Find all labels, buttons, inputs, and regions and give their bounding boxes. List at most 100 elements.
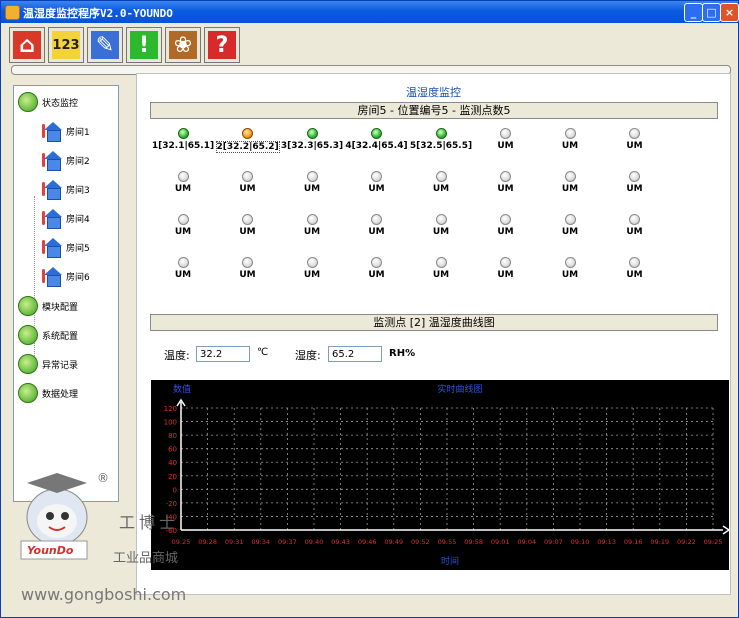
sensor-point[interactable]: UM: [216, 214, 280, 237]
house-icon: [42, 180, 62, 200]
y-tick-label: 100: [164, 419, 177, 427]
sensor-label: UM: [561, 227, 579, 237]
sensor-point[interactable]: UM: [603, 257, 667, 280]
sensor-label: 5[32.5|65.5]: [409, 141, 473, 151]
sensor-label: UM: [497, 227, 514, 237]
sensor-point[interactable]: UM: [474, 214, 538, 237]
sensor-point[interactable]: UM: [280, 214, 344, 237]
sensor-point[interactable]: 5[32.5|65.5]: [409, 128, 473, 151]
sensor-point[interactable]: UM: [603, 214, 667, 237]
status-led-icon: [564, 128, 576, 139]
sensor-point[interactable]: UM: [151, 214, 215, 237]
help-icon: ?: [208, 31, 236, 59]
tree-item-room-6[interactable]: 房间6: [42, 267, 90, 287]
y-tick-label: 40: [168, 459, 177, 467]
sensor-point[interactable]: UM: [409, 171, 473, 194]
sensor-point[interactable]: UM: [216, 171, 280, 194]
watermark-url: www.gongboshi.com: [21, 585, 187, 604]
sensor-point[interactable]: 4[32.4|65.4]: [345, 128, 409, 151]
sensor-label: UM: [626, 141, 643, 151]
tree-item-room-2[interactable]: 房间2: [42, 151, 90, 171]
maximize-button[interactable]: □: [702, 3, 721, 22]
sensor-point[interactable]: UM: [538, 257, 602, 280]
tree-item-room-4[interactable]: 房间4: [42, 209, 90, 229]
temperature-unit: ℃: [257, 347, 269, 358]
status-led-icon: [371, 171, 382, 182]
paw-toolbar-button[interactable]: ❀: [165, 27, 201, 63]
tree-item-menu-3[interactable]: 异常记录: [18, 354, 78, 374]
main-panel: 温湿度监控 房间5 - 位置编号5 - 监测点数5 1[32.1|65.1] 2[…: [136, 73, 731, 595]
sensor-point[interactable]: UM: [280, 257, 344, 280]
x-axis-title: 时间: [441, 555, 459, 567]
status-led-icon: [177, 128, 189, 139]
sensor-point[interactable]: UM: [280, 171, 344, 194]
sensor-point[interactable]: 2[32.2|65.2]: [215, 128, 280, 153]
minimize-button[interactable]: _: [684, 3, 703, 22]
sensor-point[interactable]: UM: [474, 171, 538, 194]
alert-toolbar-button[interactable]: !: [126, 27, 162, 63]
tree-item-room-3[interactable]: 房间3: [42, 180, 90, 200]
x-tick-label: 09:34: [251, 538, 270, 546]
status-led-icon: [629, 128, 640, 139]
sensor-label: UM: [497, 270, 514, 280]
status-led-icon: [500, 171, 511, 182]
tree-item-menu-2[interactable]: 系统配置: [18, 325, 78, 345]
sensor-point[interactable]: UM: [538, 128, 602, 151]
sensor-point[interactable]: UM: [603, 128, 667, 151]
sensor-label: UM: [561, 270, 579, 280]
sensor-label: UM: [626, 270, 643, 280]
edit-toolbar-button[interactable]: ✎: [87, 27, 123, 63]
x-tick-label: 09:13: [597, 538, 616, 546]
status-led-icon: [629, 171, 640, 182]
humidity-field[interactable]: 65.2: [328, 346, 382, 362]
sensor-point[interactable]: UM: [474, 128, 538, 151]
numbers-icon: 123: [52, 31, 80, 59]
x-tick-label: 09:55: [438, 538, 457, 546]
x-tick-label: 09:16: [624, 538, 643, 546]
x-tick-label: 09:10: [571, 538, 590, 546]
leaf-icon: [18, 325, 38, 345]
tree-item-room-5[interactable]: 房间5: [42, 238, 90, 258]
sensor-point[interactable]: UM: [345, 171, 409, 194]
window-title: 温湿度监控程序V2.0-YOUNDO: [23, 7, 173, 20]
sensor-point[interactable]: 1[32.1|65.1]: [151, 128, 215, 151]
sensor-point[interactable]: UM: [409, 214, 473, 237]
sensor-point[interactable]: UM: [345, 257, 409, 280]
numbers-toolbar-button[interactable]: 123: [48, 27, 84, 63]
sensor-label: UM: [368, 184, 385, 194]
status-led-icon: [242, 257, 253, 268]
sensor-point[interactable]: UM: [151, 257, 215, 280]
sensor-point[interactable]: UM: [216, 257, 280, 280]
sensor-point[interactable]: UM: [603, 171, 667, 194]
paw-icon: ❀: [169, 31, 197, 59]
sensor-label: UM: [368, 227, 385, 237]
tree-item-status[interactable]: 状态监控: [18, 92, 78, 112]
status-led-icon: [435, 214, 447, 225]
temperature-field[interactable]: 32.2: [196, 346, 250, 362]
sensor-point[interactable]: UM: [345, 214, 409, 237]
status-led-icon: [177, 257, 189, 268]
status-led-icon: [564, 214, 576, 225]
y-tick-label: 20: [168, 473, 177, 481]
status-led-icon: [500, 214, 511, 225]
sensor-label: UM: [561, 141, 579, 151]
title-bar[interactable]: 温湿度监控程序V2.0-YOUNDO _ □ ×: [1, 1, 739, 23]
sensor-label: UM: [368, 270, 385, 280]
house-icon: [42, 209, 62, 229]
sensor-point[interactable]: UM: [538, 214, 602, 237]
edit-icon: ✎: [91, 31, 119, 59]
sensor-label: UM: [174, 270, 192, 280]
tree-item-menu-1[interactable]: 模块配置: [18, 296, 78, 316]
sensor-point[interactable]: UM: [151, 171, 215, 194]
y-tick-label: 80: [168, 432, 177, 440]
brand-text: YounDo: [27, 544, 74, 557]
home-toolbar-button[interactable]: ⌂: [9, 27, 45, 63]
close-button[interactable]: ×: [720, 3, 739, 22]
help-toolbar-button[interactable]: ?: [204, 27, 240, 63]
sensor-point[interactable]: 3[32.3|65.3]: [280, 128, 344, 151]
sensor-point[interactable]: UM: [538, 171, 602, 194]
sensor-point[interactable]: UM: [409, 257, 473, 280]
tree-item-room-1[interactable]: 房间1: [42, 122, 90, 142]
tree-item-menu-4[interactable]: 数据处理: [18, 383, 78, 403]
sensor-point[interactable]: UM: [474, 257, 538, 280]
